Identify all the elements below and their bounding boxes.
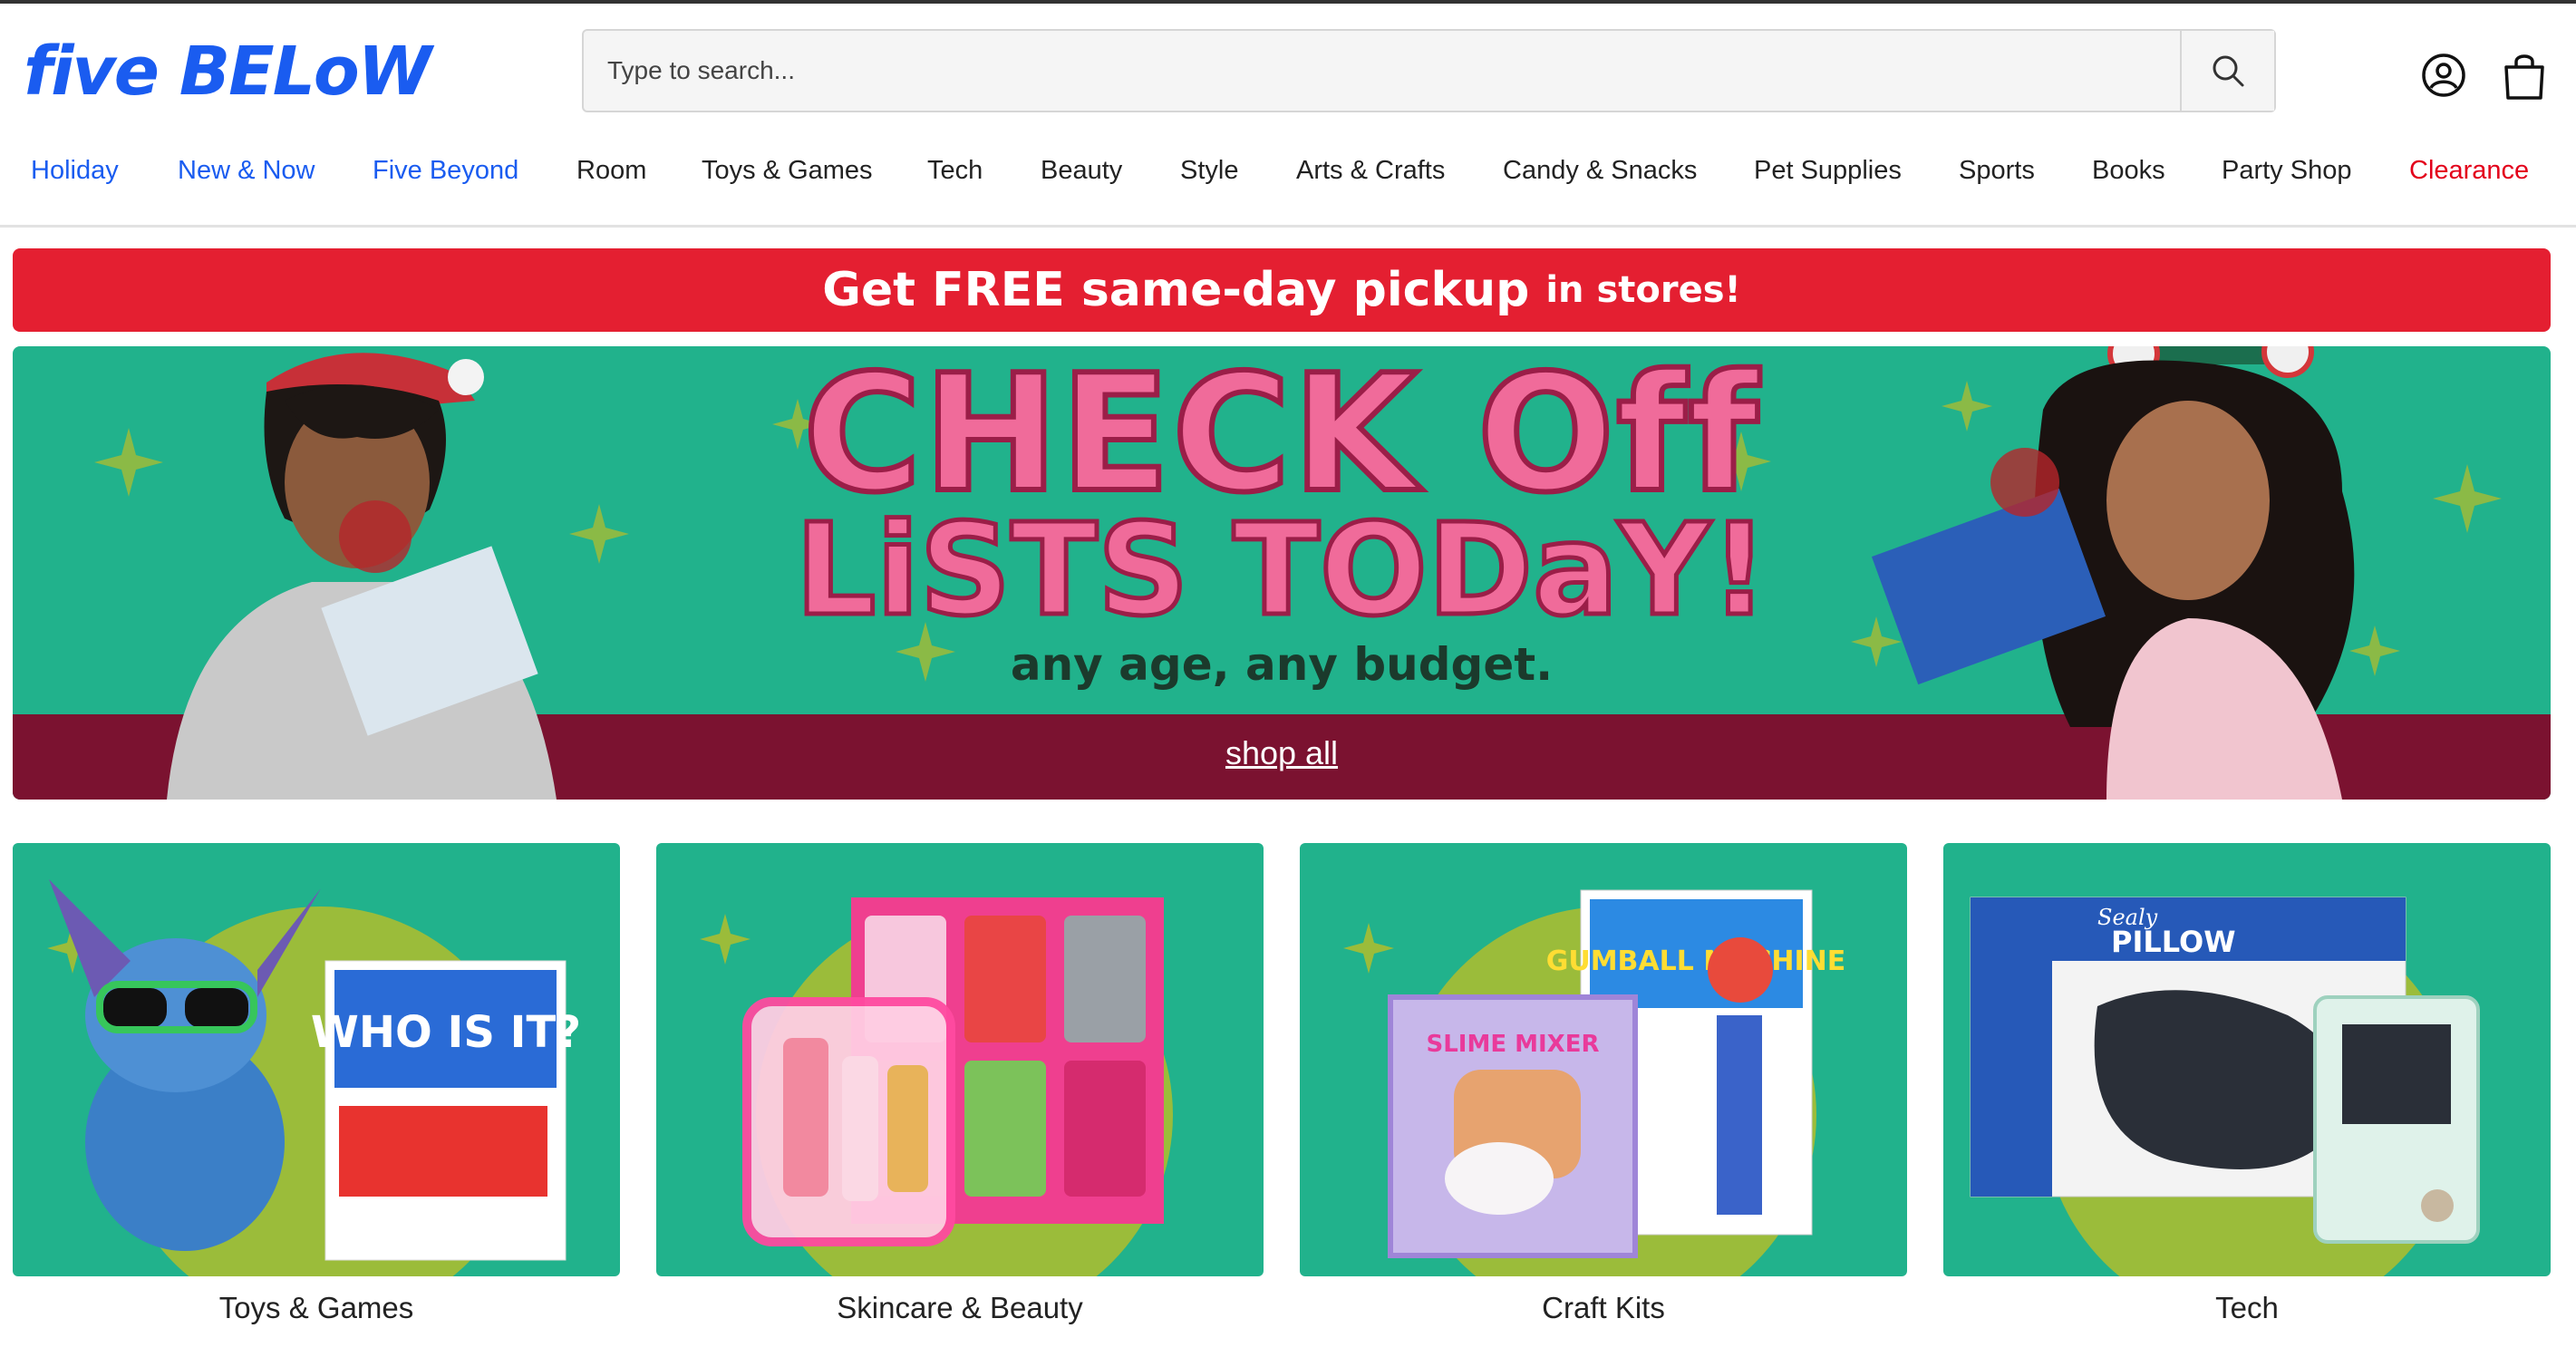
category-label-craft-kits[interactable]: Craft Kits: [1300, 1291, 1907, 1325]
nav-item-clearance[interactable]: Clearance: [2409, 156, 2529, 186]
category-card-skincare-and-beauty[interactable]: [656, 843, 1264, 1276]
nav-item-books[interactable]: Books: [2092, 156, 2165, 186]
search-input[interactable]: [584, 31, 2180, 111]
search-icon: [2213, 55, 2244, 87]
tech-image: Sealy PILLOW: [1970, 897, 2480, 1276]
nav-item-arts-and-crafts[interactable]: Arts & Crafts: [1296, 156, 1445, 186]
top-border: [0, 0, 2576, 4]
nav-item-room[interactable]: Room: [576, 156, 646, 186]
search-button[interactable]: [2180, 31, 2274, 111]
hero-banner[interactable]: CHECK Off LiSTS TODaY! any age, any budg…: [13, 346, 2551, 800]
nav-item-sports[interactable]: Sports: [1959, 156, 2035, 186]
logo-text: five BELoW: [24, 33, 431, 111]
nav-item-holiday[interactable]: Holiday: [31, 156, 119, 186]
shopping-bag-icon[interactable]: [2501, 51, 2548, 102]
category-label-tech[interactable]: Tech: [1943, 1291, 2551, 1325]
gumball-box-text: GUMBALL MACHINE: [1546, 945, 1846, 977]
who-is-it-box-text: WHO IS IT?: [311, 1007, 581, 1058]
nav-divider: [0, 225, 2576, 228]
nav-item-beauty[interactable]: Beauty: [1041, 156, 1122, 186]
category-label-toys-and-games[interactable]: Toys & Games: [13, 1291, 620, 1325]
nav-item-pet-supplies[interactable]: Pet Supplies: [1754, 156, 1902, 186]
pickup-promo-banner[interactable]: Get FREE same-day pickup in stores!: [13, 248, 2551, 332]
main-nav: Holiday New & Now Five Beyond Room Toys …: [0, 156, 2576, 205]
slime-mixer-box-text: SLIME MIXER: [1426, 1031, 1599, 1058]
nav-item-new-and-now[interactable]: New & Now: [178, 156, 315, 186]
category-label-skincare-and-beauty[interactable]: Skincare & Beauty: [656, 1291, 1264, 1325]
toys-and-games-image: WHO IS IT?: [47, 879, 581, 1276]
promo-main-text: Get FREE same-day pickup: [822, 263, 1530, 317]
nav-item-five-beyond[interactable]: Five Beyond: [373, 156, 518, 186]
category-card-toys-and-games[interactable]: WHO IS IT?: [13, 843, 620, 1276]
nav-item-tech[interactable]: Tech: [927, 156, 983, 186]
craft-kits-image: GUMBALL MACHINE SLIME MIXER: [1343, 889, 1846, 1276]
nav-item-party-shop[interactable]: Party Shop: [2222, 156, 2351, 186]
hero-headline-line2: LiSTS TODaY!: [793, 497, 1771, 645]
category-card-craft-kits[interactable]: GUMBALL MACHINE SLIME MIXER: [1300, 843, 1907, 1276]
nav-item-style[interactable]: Style: [1180, 156, 1238, 186]
shop-all-link[interactable]: shop all: [13, 734, 2551, 772]
hero-headline-line1: CHECK Off: [800, 346, 1761, 528]
promo-suffix-text: in stores!: [1545, 269, 1741, 311]
tech-box-name: PILLOW: [2111, 925, 2236, 959]
nav-item-candy-and-snacks[interactable]: Candy & Snacks: [1503, 156, 1697, 186]
nav-item-toys-and-games[interactable]: Toys & Games: [702, 156, 873, 186]
account-icon[interactable]: [2421, 53, 2466, 98]
hero-subheadline: any age, any budget.: [1010, 638, 1554, 691]
skincare-and-beauty-image: [700, 897, 1173, 1276]
category-card-tech[interactable]: Sealy PILLOW: [1943, 843, 2551, 1276]
search-bar: [582, 29, 2276, 112]
five-below-logo[interactable]: five BELoW: [24, 31, 431, 112]
